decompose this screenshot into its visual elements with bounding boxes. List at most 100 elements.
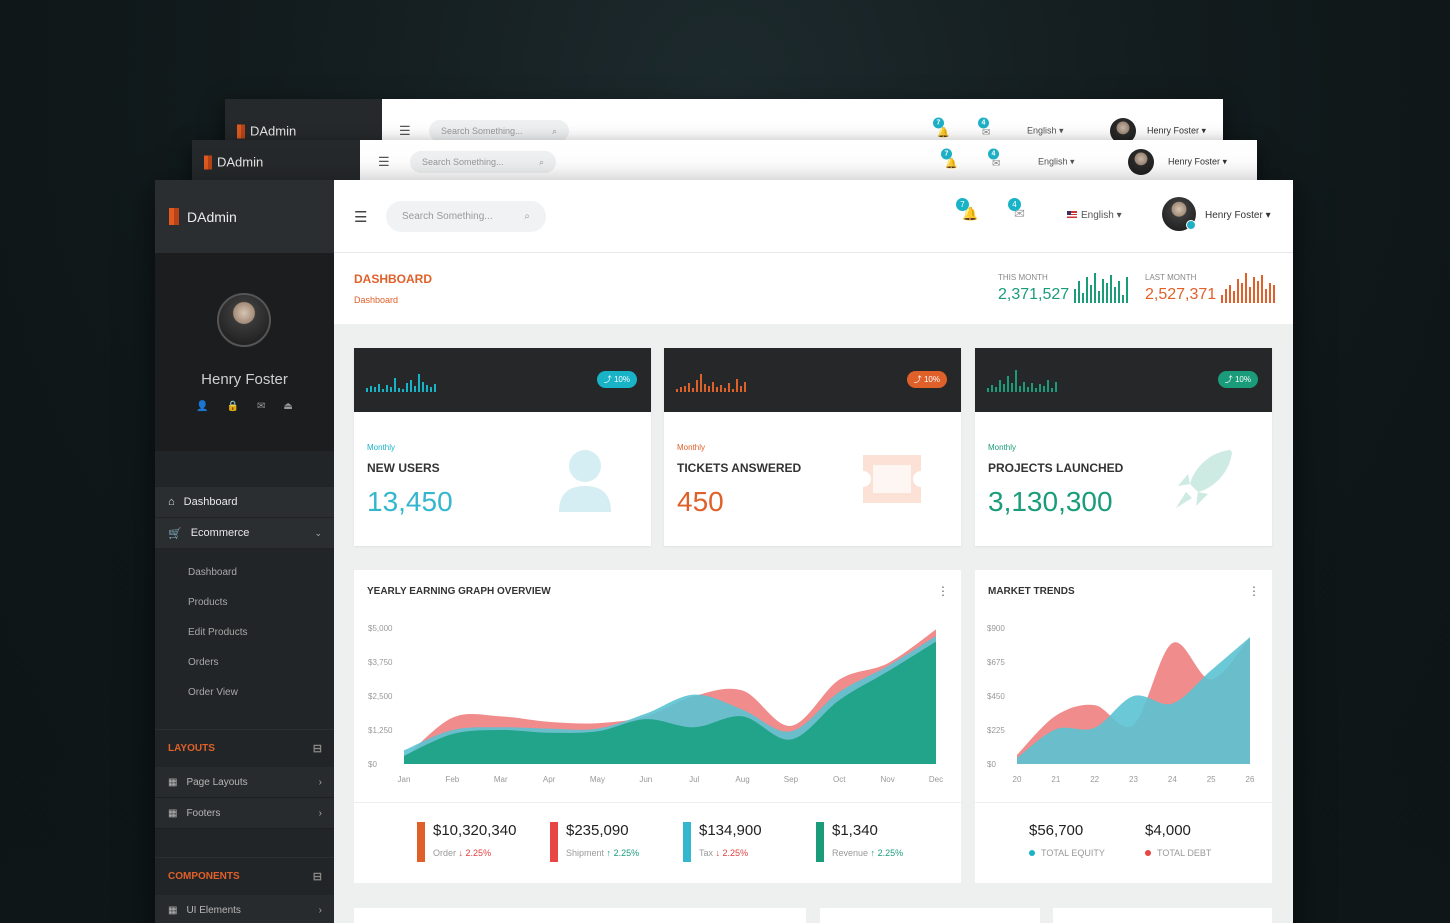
spark-bar [676,389,678,392]
logo-icon [204,155,212,169]
submenu-item-dashboard[interactable]: Dashboard [155,557,334,587]
spark-bar [1031,383,1033,392]
sidebar-item-footers[interactable]: ▦ Footers › [155,798,334,829]
mail-icon: ✉ 4 [978,117,990,139]
cart-icon: 🛒 [168,527,182,540]
avatar [1128,149,1154,175]
spark-bar [1043,386,1045,392]
y-tick-label: $900 [987,624,1005,633]
submenu-item-edit-products[interactable]: Edit Products [155,617,334,647]
spark-bar [740,386,742,392]
new-users-sparkline [366,366,436,392]
avatar[interactable] [1162,197,1196,231]
y-tick-label: $0 [987,760,996,769]
spark-bar [382,389,384,392]
spark-bar [1221,295,1223,303]
section-layouts[interactable]: LAYOUTS ⊟ [155,729,334,767]
user-menu[interactable]: Henry Foster ▾ [1205,210,1271,221]
search-input[interactable]: Search Something... ⌕ [386,201,546,232]
spark-bar [390,387,392,392]
sidebar-item-page-layouts[interactable]: ▦ Page Layouts › [155,767,334,798]
spark-bar [434,384,436,392]
sidebar: DAdmin Henry Foster 👤 🔒 ✉ ⏏ ⌂ Dashboard 🛒… [155,180,334,923]
breadcrumb[interactable]: Dashboard [354,295,398,305]
submenu-item-orders[interactable]: Orders [155,647,334,677]
spark-bar [1269,283,1271,303]
chevron-right-icon: › [318,807,322,819]
spark-bar [1086,277,1088,303]
menu-icon[interactable]: ☰ [354,208,367,226]
ecommerce-submenu: Dashboard Products Edit Products Orders … [155,549,334,715]
sidebar-item-ui-elements[interactable]: ▦ UI Elements › [155,895,334,923]
logo[interactable]: DAdmin [155,180,334,253]
y-tick-label: $0 [368,760,377,769]
spark-bar [995,387,997,392]
legend-label: Shipment [566,848,605,858]
spark-bar [736,379,738,392]
logout-icon[interactable]: ⏏ [283,401,292,412]
submenu-item-order-view[interactable]: Order View [155,677,334,707]
lock-icon[interactable]: 🔒 [227,401,239,412]
spark-bar [1245,273,1247,303]
logo-text: DAdmin [187,208,237,225]
bell-icon: 🔔 7 [933,117,949,139]
legend-item: $235,090 Shipment ↑ 2.25% [550,822,639,862]
x-tick-label: Jun [639,775,652,784]
collapse-icon[interactable]: ⊟ [313,742,322,755]
sidebar-item-ecommerce[interactable]: 🛒 Ecommerce ⌄ [155,518,334,549]
mail-icon[interactable]: ✉ [257,401,265,412]
spark-bar [712,382,714,392]
mail-icon[interactable]: ✉ 4 [1008,198,1025,222]
spark-bar [1051,388,1053,392]
home-icon: ⌂ [168,496,175,508]
yearly-earning-panel: YEARLY EARNING GRAPH OVERVIEW ⋮ $0 $1,250… [354,570,961,883]
spark-bar [426,385,428,392]
x-tick-label: Oct [833,775,846,784]
spark-bar [410,380,412,392]
legend-swatch [550,822,558,862]
chevron-right-icon: › [318,904,322,916]
spark-bar [1225,289,1227,303]
change-badge: ⤴ 10% [1217,371,1258,388]
topbar: ☰ Search Something... ⌕ 🔔 7 ✉ 4 English ▾ H… [334,180,1293,253]
arrow-up-icon: ↑ [870,848,876,858]
collapse-icon[interactable]: ⊟ [313,870,322,883]
change-badge: ⤴ 10% [906,371,947,388]
spark-bar [728,383,730,392]
x-tick-label: 23 [1129,775,1138,784]
spark-bar [696,380,698,392]
search-icon[interactable]: ⌕ [524,211,530,222]
sidebar-item-dashboard[interactable]: ⌂ Dashboard [155,487,334,518]
x-tick-label: Jul [689,775,699,784]
bottom-card [354,908,806,923]
chevron-down-icon: ⌄ [314,527,322,538]
legend-dot [1145,850,1151,856]
submenu-item-products[interactable]: Products [155,587,334,617]
market-trends-panel: MARKET TRENDS ⋮ $0 $225 $450 $675 $900 20 21 22… [975,570,1272,883]
language-selector[interactable]: English ▾ [1067,210,1122,221]
spark-bar [414,386,416,392]
spark-bar [1023,382,1025,392]
grid-icon: ▦ [168,807,178,819]
spark-bar [1106,283,1108,303]
bell-icon[interactable]: 🔔 7 [956,198,978,222]
spark-bar [422,382,424,392]
last-month-sparkline [1221,271,1275,303]
chevron-down-icon: ▾ [1116,210,1122,221]
x-tick-label: Sep [784,775,799,784]
logo-text: DAdmin [250,123,297,139]
logo-icon [237,124,245,138]
change-badge: ⤴ 10% [596,371,637,388]
user-icon[interactable]: 👤 [196,401,208,412]
series-area [1017,637,1250,764]
y-tick-label: $450 [987,692,1005,701]
projects-sparkline [987,366,1057,392]
x-tick-label: May [590,775,605,784]
legend-item: $4,000 TOTAL DEBT [1145,822,1211,858]
legend-value: $10,320,340 [433,822,517,839]
spark-bar [366,388,368,392]
bottom-card [820,908,1040,923]
section-components[interactable]: COMPONENTS ⊟ [155,857,334,895]
arrow-up-icon: ↑ [606,848,612,858]
last-month-stat: LAST MONTH 2,527,371 [1145,273,1217,303]
